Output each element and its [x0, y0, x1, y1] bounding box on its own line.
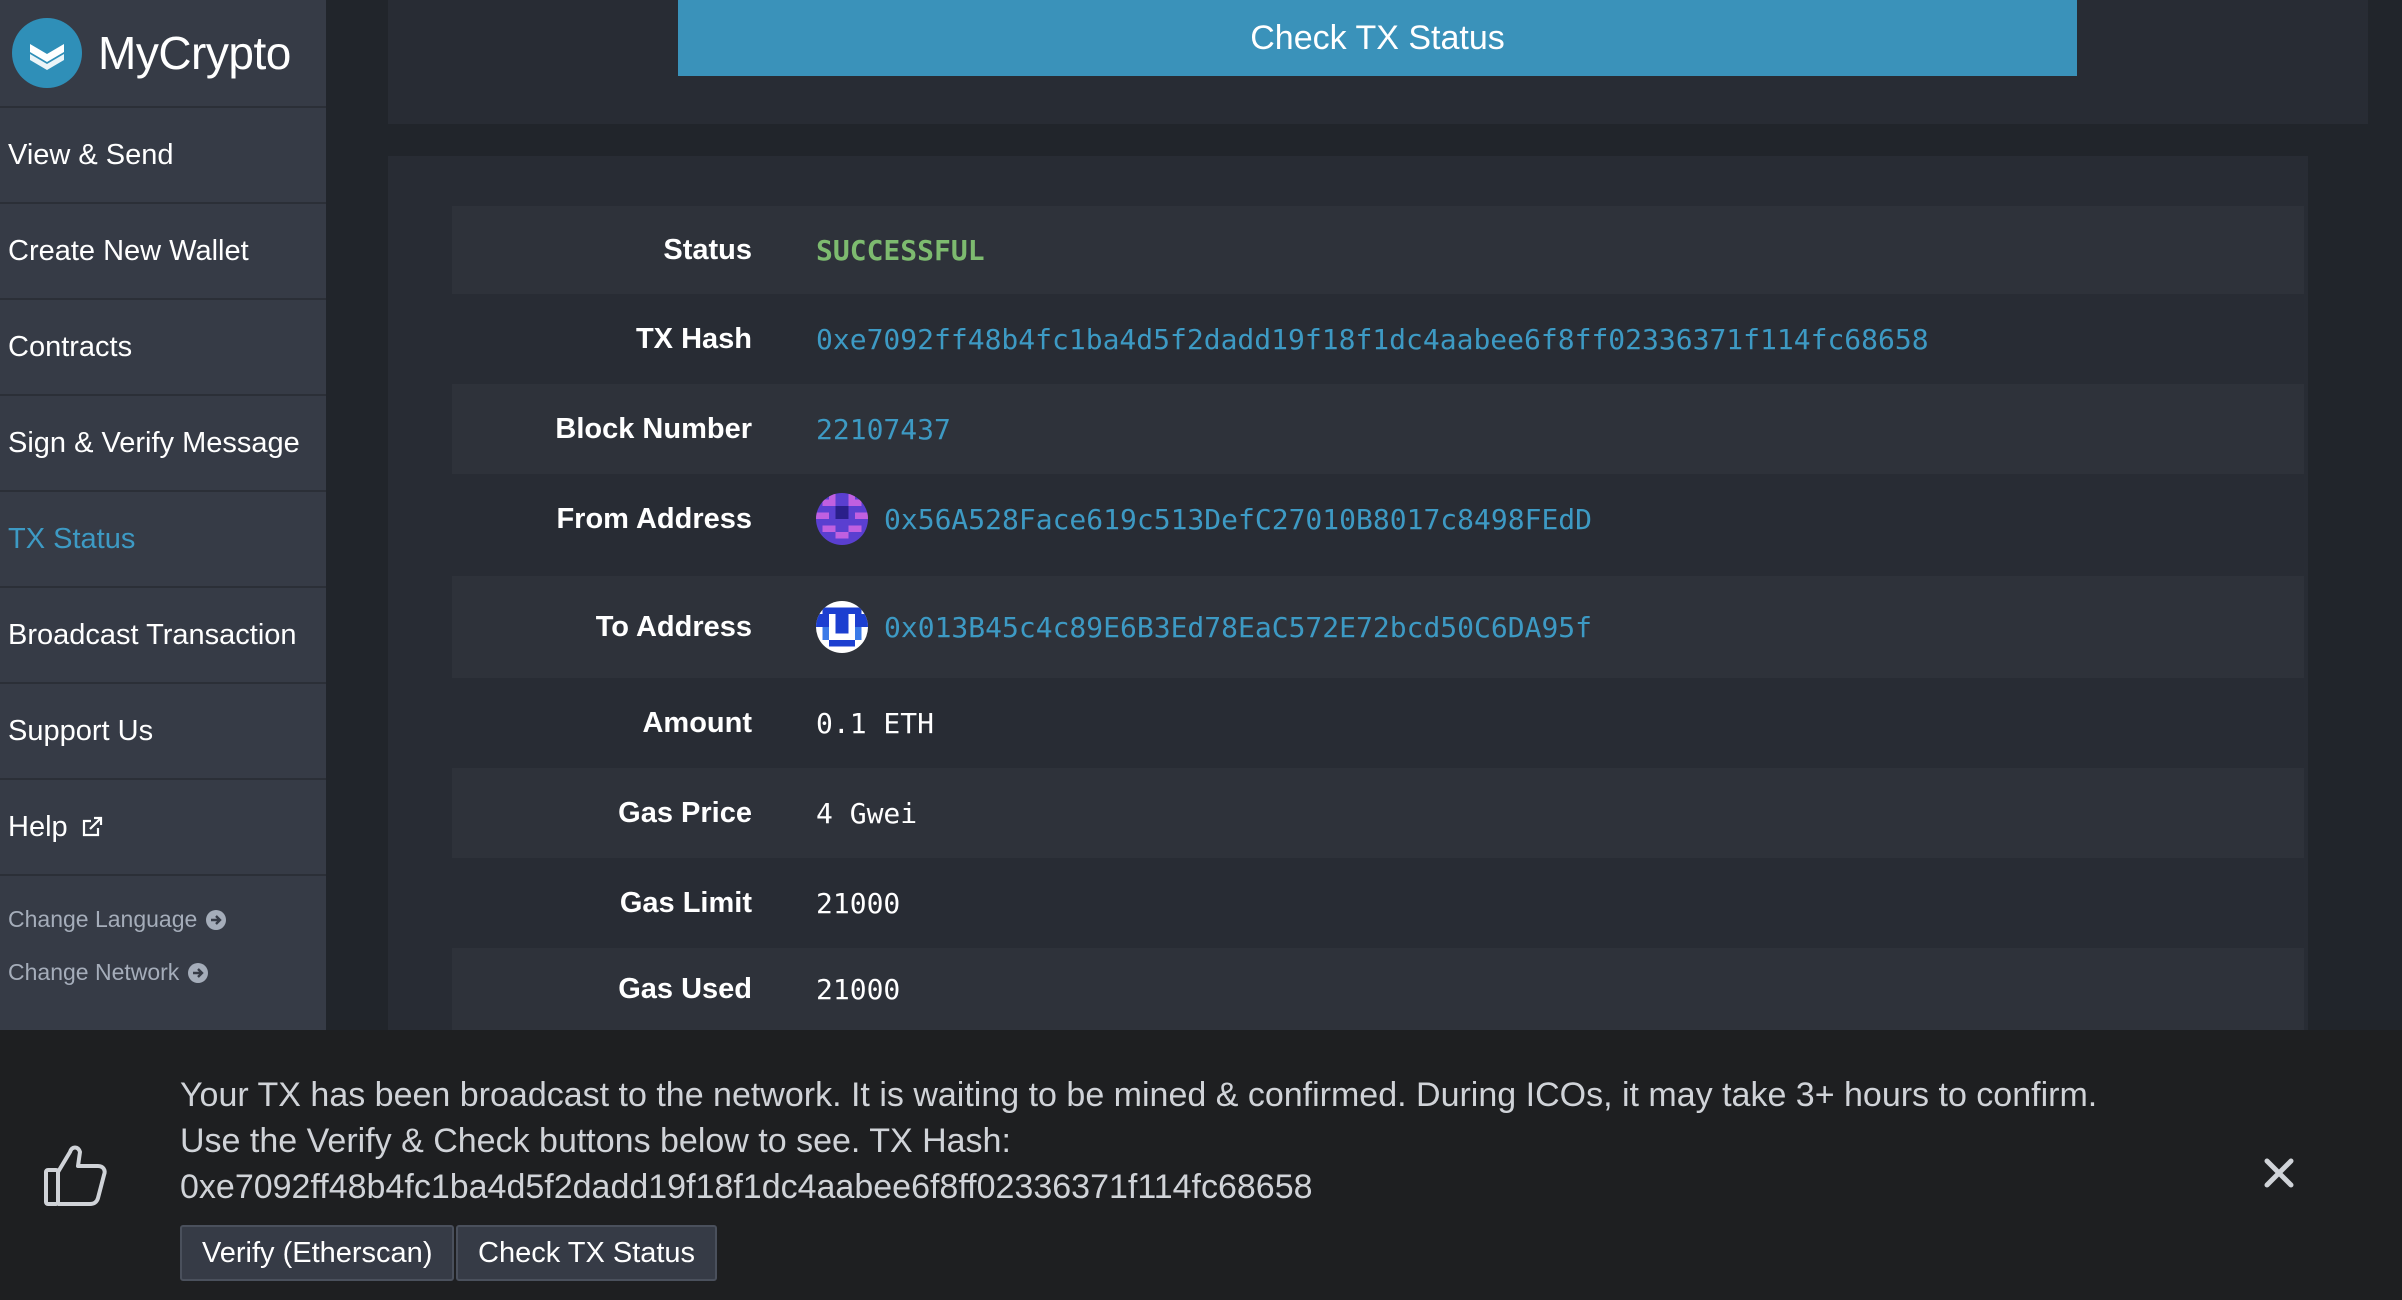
check-tx-status-button[interactable]: Check TX Status	[678, 0, 2077, 76]
detail-label: From Address	[556, 502, 752, 535]
sidebar-item-label: Help	[8, 810, 68, 843]
gas-used-value: 21000	[816, 972, 901, 1006]
sidebar-item-label: Sign & Verify Message	[8, 426, 300, 459]
gas-limit-value: 21000	[816, 886, 901, 920]
block-number-link[interactable]: 22107437	[816, 413, 951, 446]
change-network-link[interactable]: Change Network	[0, 959, 326, 986]
verify-etherscan-button[interactable]: Verify (Etherscan)	[180, 1225, 455, 1281]
detail-row-amount: Amount 0.1 ETH	[452, 678, 2304, 768]
sidebar-item-label: Broadcast Transaction	[8, 618, 297, 651]
change-language-label: Change Language	[8, 906, 198, 932]
detail-row-from-address: From Address 0x56A528Face619c513DefC2701…	[452, 474, 2304, 564]
sidebar-item-label: Create New Wallet	[8, 234, 249, 267]
detail-label: TX Hash	[635, 322, 752, 355]
detail-label: Status	[663, 233, 752, 266]
gas-price-value: 4 Gwei	[816, 796, 918, 830]
tx-hash-link[interactable]: 0xe7092ff48b4fc1ba4d5f2dadd19f18f1dc4aab…	[816, 323, 1929, 356]
sidebar-item-help[interactable]: Help	[0, 780, 326, 876]
mycrypto-logo-icon	[12, 18, 82, 88]
thumbs-up-icon	[40, 1140, 110, 1215]
notification-message: Your TX has been broadcast to the networ…	[180, 1076, 2098, 1206]
close-icon[interactable]	[2262, 1156, 2296, 1195]
change-network-label: Change Network	[8, 959, 180, 985]
amount-value: 0.1 ETH	[816, 706, 935, 740]
detail-row-status: Status SUCCESSFUL	[452, 206, 2304, 294]
from-address-link[interactable]: 0x56A528Face619c513DefC27010B8017c8498FE…	[884, 503, 1592, 536]
sidebar-item-view-send[interactable]: View & Send	[0, 108, 326, 204]
detail-label: Amount	[642, 706, 752, 739]
external-link-icon	[80, 815, 104, 839]
status-badge: SUCCESSFUL	[816, 233, 985, 267]
sidebar-item-support[interactable]: Support Us	[0, 684, 326, 780]
detail-row-tx-hash: TX Hash 0xe7092ff48b4fc1ba4d5f2dadd19f18…	[452, 294, 2304, 384]
sidebar-item-label: Contracts	[8, 330, 133, 363]
sidebar-item-create-wallet[interactable]: Create New Wallet	[0, 204, 326, 300]
detail-label: Gas Price	[618, 796, 752, 829]
identicon	[816, 601, 868, 653]
sidebar-item-sign-verify[interactable]: Sign & Verify Message	[0, 396, 326, 492]
change-language-link[interactable]: Change Language	[0, 906, 326, 933]
detail-label: Block Number	[555, 412, 752, 445]
sidebar-item-tx-status[interactable]: TX Status	[0, 492, 326, 588]
detail-row-block-number: Block Number 22107437	[452, 384, 2304, 474]
detail-row-gas-limit: Gas Limit 21000	[452, 858, 2304, 948]
identicon	[816, 493, 868, 545]
sidebar-item-label: View & Send	[8, 138, 174, 171]
sidebar-item-label: Support Us	[8, 714, 154, 747]
detail-label: To Address	[595, 610, 752, 643]
detail-row-gas-used: Gas Used 21000	[452, 948, 2304, 1030]
detail-label: Gas Used	[618, 972, 752, 1005]
brand-name: MyCrypto	[98, 27, 291, 79]
arrow-circle-right-icon	[187, 962, 209, 984]
app-window: MyCrypto View & Send Create New Wallet C…	[0, 0, 2402, 1300]
sidebar: MyCrypto View & Send Create New Wallet C…	[0, 0, 326, 1030]
tx-details-panel: Status SUCCESSFUL TX Hash 0xe7092ff48b4f…	[388, 156, 2308, 1030]
to-address-link[interactable]: 0x013B45c4c89E6B3Ed78EaC572E72bcd50C6DA9…	[884, 611, 1592, 644]
detail-row-to-address: To Address 0x013B45c4c89E6B3Ed78EaC572E7…	[452, 576, 2304, 678]
to-address-value: 0x013B45c4c89E6B3Ed78EaC572E72bcd50C6DA9…	[816, 601, 1592, 653]
from-address-value: 0x56A528Face619c513DefC27010B8017c8498FE…	[816, 493, 1592, 545]
sidebar-item-contracts[interactable]: Contracts	[0, 300, 326, 396]
brand[interactable]: MyCrypto	[0, 0, 326, 108]
arrow-circle-right-icon	[205, 909, 227, 931]
sidebar-item-broadcast[interactable]: Broadcast Transaction	[0, 588, 326, 684]
detail-row-gas-price: Gas Price 4 Gwei	[452, 768, 2304, 858]
check-tx-status-notification-button[interactable]: Check TX Status	[456, 1225, 718, 1281]
tx-status-form: Check TX Status	[388, 0, 2368, 124]
sidebar-item-label: TX Status	[8, 522, 136, 555]
detail-label: Gas Limit	[619, 886, 752, 919]
